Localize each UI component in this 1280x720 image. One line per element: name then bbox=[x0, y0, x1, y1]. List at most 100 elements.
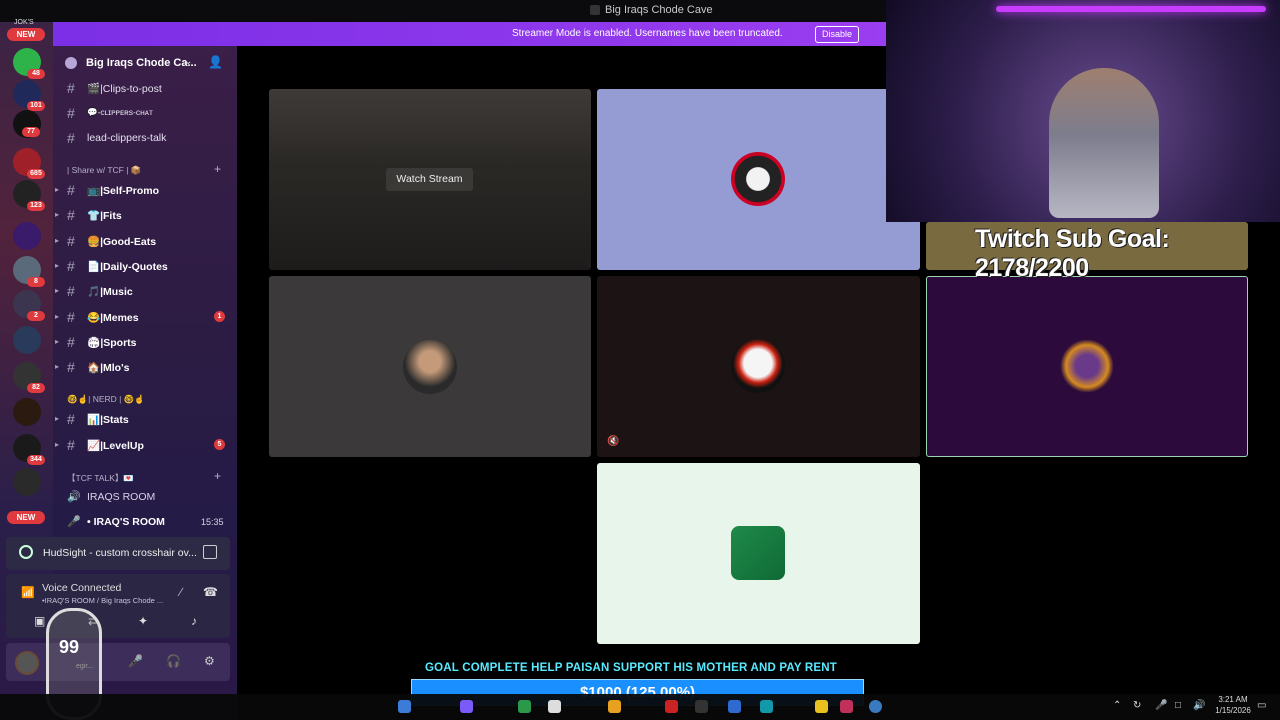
microphone-icon[interactable]: 🎤 bbox=[128, 654, 143, 668]
channel-item[interactable]: # lead-clippers-talk bbox=[53, 127, 237, 149]
soundboard-icon[interactable]: ♪ bbox=[191, 614, 197, 628]
hash-icon: # bbox=[67, 359, 75, 375]
server-icon[interactable] bbox=[13, 326, 41, 354]
taskbar-app-icon[interactable] bbox=[608, 700, 621, 713]
speaker-icon: 🔊 bbox=[67, 491, 81, 503]
server-icon[interactable]: 344 bbox=[13, 434, 45, 465]
voice-sub[interactable]: •IRAQ'S ROOM / Big Iraqs Chode ... bbox=[42, 596, 163, 605]
taskbar-app-icon[interactable] bbox=[695, 700, 708, 713]
camera-icon[interactable]: ▣ bbox=[34, 614, 45, 628]
channel-item[interactable]: ▸ # 📺|Self-Promo bbox=[53, 179, 237, 201]
network-icon[interactable]: □ bbox=[1175, 700, 1181, 711]
system-clock[interactable]: 3:21 AM 1/15/2026 bbox=[1213, 694, 1253, 716]
channel-item[interactable]: ▸ # 🏟|Sports bbox=[53, 331, 237, 353]
channel-item[interactable]: ▸ # 📊|Stats bbox=[53, 408, 237, 430]
guild-icon bbox=[65, 57, 77, 69]
participant-tile[interactable] bbox=[269, 276, 591, 457]
server-icon[interactable]: 82 bbox=[13, 362, 45, 393]
server-icon[interactable]: 8 bbox=[13, 256, 45, 287]
activity-action-icon[interactable] bbox=[203, 545, 217, 559]
app-tray-icon[interactable]: ↻ bbox=[1133, 700, 1141, 711]
disconnect-icon[interactable]: ☎ bbox=[203, 585, 218, 599]
avatar bbox=[1060, 339, 1114, 393]
channel-name: 📊|Stats bbox=[87, 414, 129, 426]
voice-channel[interactable]: 🔊 IRAQS ROOM bbox=[53, 487, 237, 507]
watch-stream-button[interactable]: Watch Stream bbox=[386, 168, 473, 191]
taskbar-app-icon[interactable] bbox=[665, 700, 678, 713]
chevron-down-icon[interactable]: ⌄ bbox=[184, 56, 192, 67]
add-channel-icon[interactable]: + bbox=[214, 469, 221, 483]
server-icon[interactable] bbox=[13, 222, 41, 250]
voice-channel-active[interactable]: 🎤 • IRAQ'S ROOM 15:35 bbox=[53, 512, 237, 532]
headphones-icon[interactable]: 🎧 bbox=[166, 654, 181, 668]
invite-icon[interactable]: 👤 bbox=[208, 55, 223, 69]
user-panel: egir... 🎤 🎧 ⚙ bbox=[6, 643, 230, 681]
noise-suppression-icon[interactable]: ∕ bbox=[180, 585, 182, 599]
volume-icon[interactable]: 🔊 bbox=[1193, 700, 1205, 711]
channel-name: 😂|Memes bbox=[87, 312, 139, 324]
channel-item[interactable]: ▸ # 📄|Daily-Quotes bbox=[53, 255, 237, 277]
microphone-icon[interactable]: 🎤 bbox=[1155, 700, 1167, 711]
chevron-right-icon: ▸ bbox=[55, 286, 60, 295]
server-icon[interactable]: 2 bbox=[13, 290, 45, 321]
participant-tile[interactable] bbox=[597, 89, 920, 270]
new-tag: NEW bbox=[7, 511, 45, 524]
channel-item[interactable]: ▸ # 👕|Fits bbox=[53, 204, 237, 226]
taskbar-app-icon[interactable] bbox=[840, 700, 853, 713]
channel-item[interactable]: ▸ # 🍔|Good-Eats bbox=[53, 230, 237, 252]
hash-icon: # bbox=[67, 105, 75, 121]
server-icon[interactable]: 101 bbox=[13, 80, 45, 111]
streamer-mode-banner: Streamer Mode is enabled. Usernames have… bbox=[53, 22, 886, 46]
channel-item[interactable]: ▸ # 😂|Memes 1 bbox=[53, 306, 237, 328]
disable-button[interactable]: Disable bbox=[815, 26, 859, 43]
channel-item[interactable]: # 💬-ᴄʟɪᴘᴘᴇʀs-ᴄʜᴀᴛ bbox=[53, 102, 237, 124]
category-talk[interactable]: 【TCF TALK】💌 + bbox=[53, 469, 237, 485]
channel-item[interactable]: ▸ # 🏠|Mlo's bbox=[53, 356, 237, 378]
channel-name: 📈|LevelUp bbox=[87, 440, 144, 452]
stream-tile[interactable]: Watch Stream bbox=[269, 89, 591, 270]
channel-name: 📄|Daily-Quotes bbox=[87, 261, 168, 273]
participant-tile-speaking[interactable] bbox=[926, 276, 1248, 457]
activities-icon[interactable]: ✦ bbox=[138, 614, 148, 628]
server-icon[interactable]: 123 bbox=[13, 180, 45, 211]
taskbar-app-icon[interactable] bbox=[760, 700, 773, 713]
participant-tile[interactable]: 🔇 bbox=[597, 276, 920, 457]
category-share[interactable]: | Share w/ TCF | 📦 + bbox=[53, 162, 237, 178]
server-icon[interactable] bbox=[13, 468, 41, 496]
mention-badge: 5 bbox=[214, 439, 225, 450]
taskbar-app-icon[interactable] bbox=[869, 700, 882, 713]
category-nerd[interactable]: 🤓☝| NERD | 🤓☝ bbox=[53, 391, 237, 407]
taskbar-app-icon[interactable] bbox=[728, 700, 741, 713]
taskbar-app-icon[interactable] bbox=[518, 700, 531, 713]
hash-icon: # bbox=[67, 207, 75, 223]
voice-status[interactable]: Voice Connected bbox=[42, 582, 121, 594]
server-icon[interactable] bbox=[13, 398, 41, 426]
channel-item[interactable]: ▸ # 📈|LevelUp 5 bbox=[53, 434, 237, 456]
activity-panel[interactable]: HudSight - custom crosshair ov... bbox=[6, 537, 230, 570]
channel-item[interactable]: ▸ # 🎵|Music bbox=[53, 280, 237, 302]
muted-icon: 🔇 bbox=[607, 436, 620, 447]
taskbar-app-icon[interactable] bbox=[460, 700, 473, 713]
avatar[interactable] bbox=[15, 651, 39, 675]
channel-item[interactable]: # 🎬|Clips-to-post bbox=[53, 77, 237, 99]
hash-icon: # bbox=[67, 437, 75, 453]
participant-tile[interactable] bbox=[597, 463, 920, 644]
chevron-up-icon[interactable]: ⌃ bbox=[1113, 700, 1121, 711]
windows-start-icon[interactable] bbox=[398, 700, 411, 713]
voice-channel-name: IRAQS ROOM bbox=[87, 491, 156, 503]
new-tag: NEW bbox=[7, 28, 45, 41]
goal-title: GOAL COMPLETE HELP PAISAN SUPPORT HIS MO… bbox=[425, 662, 838, 674]
hash-icon: # bbox=[67, 411, 75, 427]
guild-header[interactable]: Big Iraqs Chode Ca... ⌄ 👤 bbox=[53, 52, 237, 74]
add-channel-icon[interactable]: + bbox=[214, 162, 221, 176]
taskbar-app-icon[interactable] bbox=[815, 700, 828, 713]
avatar bbox=[731, 339, 785, 393]
gear-icon[interactable]: ⚙ bbox=[204, 654, 215, 668]
taskbar-app-icon[interactable] bbox=[548, 700, 561, 713]
server-icon[interactable]: 48 bbox=[13, 48, 45, 79]
server-icon[interactable]: 685 bbox=[13, 148, 45, 179]
chevron-right-icon: ▸ bbox=[55, 337, 60, 346]
app-icon bbox=[590, 5, 600, 15]
notification-icon[interactable]: ▭ bbox=[1257, 700, 1266, 711]
clock-date: 1/15/2026 bbox=[1215, 706, 1251, 715]
